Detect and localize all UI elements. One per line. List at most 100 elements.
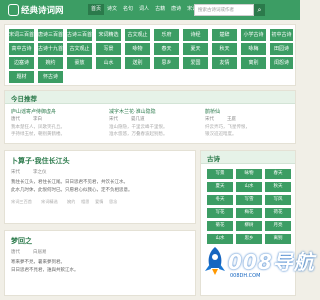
sidebar-tag[interactable]: 冬天 <box>207 195 233 205</box>
sidebar-header: 古诗 <box>201 151 295 164</box>
watermark-logo: 008导航 008DH.COM <box>202 242 314 286</box>
poem-tag[interactable]: 宋词精选 <box>41 199 58 205</box>
sidebar-tag[interactable]: 写风 <box>265 195 291 205</box>
poem-author[interactable]: 王庭 <box>227 116 236 122</box>
category-tag[interactable]: 秋天 <box>212 43 237 55</box>
sidebar-tag[interactable]: 夏天 <box>207 182 233 192</box>
poem-line: 我本楚狂人，凤歌笑孔丘。 <box>11 125 65 130</box>
poem-tag[interactable]: 思念 <box>109 199 117 205</box>
nav-item-tang[interactable]: 唐诗 <box>168 4 184 15</box>
category-tag[interactable]: 高中古诗 <box>9 43 34 55</box>
poem-dynasty: 宋代 <box>205 117 214 122</box>
category-tag[interactable]: 古诗三百首 <box>67 29 92 41</box>
poem-author[interactable]: 晏几道 <box>131 116 145 122</box>
watermark-subtext: 008DH.COM <box>230 273 261 279</box>
sidebar-tag[interactable]: 梅花 <box>236 208 262 218</box>
sidebar-tag[interactable]: 菊花 <box>207 221 233 231</box>
sidebar-tag[interactable]: 山水 <box>236 182 262 192</box>
category-tag[interactable]: 爱国 <box>183 57 208 69</box>
sidebar-tag[interactable]: 写景 <box>207 169 233 179</box>
poem-author[interactable]: 李之仪 <box>33 169 47 175</box>
poem-line: 淮水悠悠，万叠春波起别愁。 <box>109 132 168 137</box>
poem-line: 我住长江头，君住长江尾。日日思君不见君，共饮长江水。 <box>11 180 128 185</box>
search-input[interactable]: 搜索古诗词或作者 <box>194 4 254 16</box>
category-tag[interactable]: 初中古诗 <box>270 29 293 41</box>
category-tag[interactable]: 思乡 <box>154 57 179 69</box>
poem-author[interactable]: 白居易 <box>33 249 47 255</box>
poem-author[interactable]: 李白 <box>33 116 42 122</box>
category-tag[interactable]: 题材 <box>9 71 34 83</box>
poem-line: 此水几时休，此恨何时已。只愿君心似我心，定不负相思意。 <box>11 188 133 193</box>
category-tag[interactable]: 小学古诗 <box>241 29 266 41</box>
category-tag[interactable]: 宋词精选 <box>96 29 121 41</box>
category-tag[interactable]: 怀古诗 <box>38 71 63 83</box>
category-tag[interactable]: 古文观止 <box>67 43 92 55</box>
poem-line: 银汉迢迢暗度。 <box>205 132 237 137</box>
poem-line: 纤云弄巧，飞星传恨， <box>205 125 250 130</box>
category-tag[interactable]: 春天 <box>154 43 179 55</box>
logo-text: 经典诗词网 <box>21 6 64 16</box>
category-tag[interactable]: 咏梅 <box>241 43 266 55</box>
sidebar-tag[interactable]: 咏物 <box>236 169 262 179</box>
poem-dynasty: 宋代 <box>109 117 118 122</box>
nav-item-home[interactable]: 首页 <box>88 4 105 15</box>
poem-tag[interactable]: 婉约 <box>67 199 75 205</box>
poem-line: 寒来夢不見，暑來夢到君。 <box>11 260 65 265</box>
nav-item-poets[interactable]: 词人 <box>136 4 152 15</box>
rocket-icon <box>205 247 225 275</box>
sidebar-tag[interactable]: 写雪 <box>236 195 262 205</box>
sidebar-tag[interactable]: 写花 <box>207 208 233 218</box>
poem-title[interactable]: 卜算子·我住长江头 <box>11 156 70 166</box>
card-header: 今日推荐 <box>5 91 295 104</box>
category-tag[interactable]: 诗经 <box>183 29 208 41</box>
category-tag[interactable]: 婉约 <box>38 57 63 69</box>
category-tag[interactable]: 送别 <box>125 57 150 69</box>
poem-card: 卜算子·我住长江头 宋代 李之仪 我住长江头，君住长江尾。日日思君不见君，共饮长… <box>4 150 196 224</box>
category-tag[interactable]: 闺怨诗 <box>270 57 293 69</box>
search-icon: ⌕ <box>257 6 262 14</box>
category-tag[interactable]: 边塞诗 <box>9 57 34 69</box>
watermark-text: 008导航 <box>228 250 315 274</box>
category-tag[interactable]: 离别 <box>241 57 266 69</box>
today-recommend-card: 今日推荐 庐山谣寄卢侍御虚舟 唐代 李白 我本楚狂人，凤歌笑孔丘。 手持绿玉杖，… <box>4 90 296 144</box>
nav-item-quotes[interactable]: 名句 <box>120 4 136 15</box>
sidebar-tag[interactable]: 秋天 <box>265 182 291 192</box>
poem-title[interactable]: 减字木兰花·淮山隐隐 <box>109 108 197 115</box>
card-title: 今日推荐 <box>11 95 37 103</box>
category-tag[interactable]: 山水 <box>96 57 121 69</box>
logo-icon <box>8 4 19 16</box>
poem-title[interactable]: 鹊桥仙 <box>205 108 293 115</box>
sidebar-tag[interactable]: 月亮 <box>265 221 291 231</box>
nav-item-poems[interactable]: 诗文 <box>104 4 120 15</box>
site-logo[interactable]: 经典诗词网 <box>8 3 64 17</box>
category-tag[interactable]: 宋词三百首 <box>9 29 34 41</box>
poem-card: 梦回之 唐代 白居易 寒来夢不見，暑來夢到君。 日日思君不見君，誰與共飲江水。 <box>4 230 196 296</box>
category-tags-panel: 宋词三百首 唐诗三百首 古诗三百首 宋词精选 古文观止 乐府 诗经 楚辞 小学古… <box>4 24 296 86</box>
poem-title[interactable]: 梦回之 <box>11 236 32 246</box>
sidebar-tag[interactable]: 柳树 <box>236 221 262 231</box>
category-tag[interactable]: 唐诗三百首 <box>38 29 63 41</box>
poem-dynasty: 宋代 <box>11 170 20 175</box>
poem-tag[interactable]: 相思 <box>81 199 89 205</box>
poem-tag[interactable]: 爱情 <box>95 199 103 205</box>
category-tag[interactable]: 古文观止 <box>125 29 150 41</box>
category-tag[interactable]: 豪放 <box>67 57 92 69</box>
poem-line: 日日思君不見君，誰與共飲江水。 <box>11 268 79 273</box>
category-tag[interactable]: 写景 <box>96 43 121 55</box>
poem-title[interactable]: 庐山谣寄卢侍御虚舟 <box>11 108 99 115</box>
category-tag[interactable]: 田园诗 <box>270 43 293 55</box>
poem-tag[interactable]: 宋词三百首 <box>11 199 32 205</box>
nav-item-classics[interactable]: 古籍 <box>152 4 168 15</box>
sidebar-title: 古诗 <box>207 155 220 163</box>
poem-dynasty: 唐代 <box>11 250 20 255</box>
category-tag[interactable]: 咏物 <box>125 43 150 55</box>
category-tag[interactable]: 楚辞 <box>212 29 237 41</box>
sidebar-tag[interactable]: 荷花 <box>265 208 291 218</box>
category-tag[interactable]: 古诗十九首 <box>38 43 63 55</box>
category-tag[interactable]: 乐府 <box>154 29 179 41</box>
poem-dynasty: 唐代 <box>11 117 20 122</box>
search-button[interactable]: ⌕ <box>254 4 265 16</box>
category-tag[interactable]: 夏天 <box>183 43 208 55</box>
sidebar-tag[interactable]: 春天 <box>265 169 291 179</box>
category-tag[interactable]: 友情 <box>212 57 237 69</box>
